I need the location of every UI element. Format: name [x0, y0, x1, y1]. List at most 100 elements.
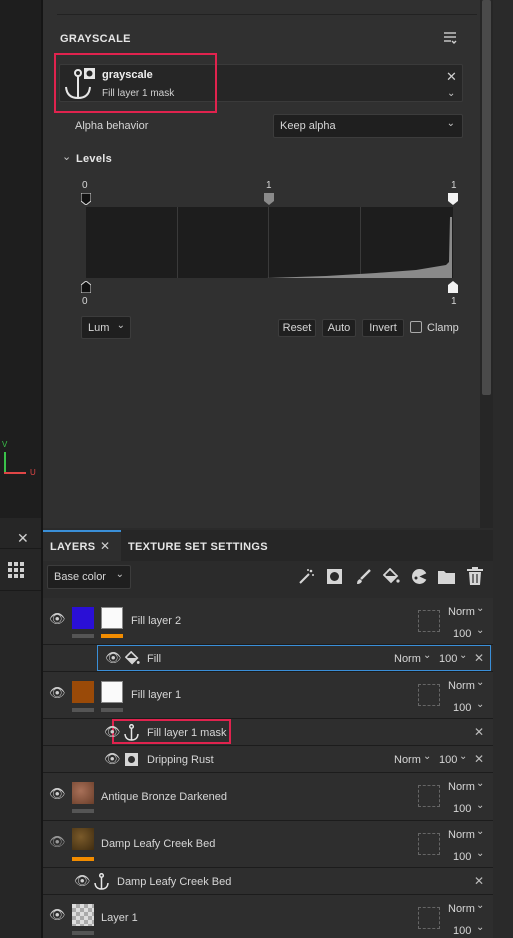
mask-selected-bar: [101, 634, 123, 638]
layer-effect-row[interactable]: 👁 Fill Norm ⌄ 100 ⌄ ✕: [43, 645, 493, 672]
layer-color-thumbnail: [72, 607, 94, 629]
effect-name: Fill layer 1 mask: [147, 727, 227, 739]
anchor-icon: [94, 872, 109, 890]
levels-title: Levels: [76, 153, 113, 165]
visibility-eye-icon[interactable]: 👁: [49, 685, 66, 701]
chevron-down-icon[interactable]: ⌄: [423, 751, 431, 762]
layer-preview-box: [418, 610, 440, 632]
clear-resource-icon[interactable]: ✕: [446, 69, 457, 85]
blend-mode[interactable]: Norm: [394, 754, 421, 766]
visibility-eye-icon[interactable]: 👁: [49, 786, 66, 802]
anchor-icon: [63, 67, 97, 101]
input-black-handle[interactable]: [80, 192, 92, 206]
close-tab-icon[interactable]: ✕: [100, 539, 110, 553]
output-white-handle[interactable]: [448, 281, 458, 293]
magic-wand-icon[interactable]: [298, 568, 315, 585]
chevron-down-icon[interactable]: ⌄: [459, 650, 467, 661]
chevron-down-icon[interactable]: ⌄: [476, 800, 484, 811]
output-black-handle[interactable]: [80, 280, 92, 294]
alpha-behavior-label: Alpha behavior: [75, 120, 149, 132]
layer-row[interactable]: 👁 Fill layer 1 Norm ⌄ 100 ⌄: [43, 672, 493, 719]
layer-row[interactable]: 👁 Layer 1 Norm ⌄ 100 ⌄: [43, 895, 493, 938]
chevron-down-icon[interactable]: ⌄: [447, 88, 455, 99]
chevron-down-icon[interactable]: ⌄: [476, 922, 484, 933]
chevron-down-icon[interactable]: ⌄: [423, 650, 431, 661]
smart-material-icon[interactable]: [411, 568, 428, 585]
anchor-effect-row[interactable]: 👁 Fill layer 1 mask ✕: [43, 719, 493, 746]
blend-mode[interactable]: Norm: [448, 829, 475, 841]
chevron-down-icon[interactable]: ⌄: [476, 848, 484, 859]
remove-effect-icon[interactable]: ✕: [474, 874, 484, 888]
grid-view-icon[interactable]: [8, 562, 24, 578]
alpha-behavior-select[interactable]: Keep alpha ⌄: [273, 114, 463, 138]
layer-row[interactable]: 👁 Antique Bronze Darkened Norm ⌄ 100 ⌄: [43, 773, 493, 821]
opacity-value[interactable]: 100: [439, 653, 457, 665]
layer-row[interactable]: 👁 Damp Leafy Creek Bed Norm ⌄ 100 ⌄: [43, 821, 493, 868]
input-gamma-handle[interactable]: [264, 193, 274, 205]
visibility-eye-icon[interactable]: 👁: [104, 724, 121, 740]
effect-name: Damp Leafy Creek Bed: [117, 876, 232, 888]
chevron-down-icon[interactable]: ⌄: [476, 778, 484, 789]
chevron-down-icon[interactable]: ⌄: [476, 603, 484, 614]
layer-name: Layer 1: [101, 912, 138, 924]
folder-icon[interactable]: [438, 569, 455, 584]
blend-mode[interactable]: Norm: [394, 653, 421, 665]
close-icon[interactable]: ✕: [17, 530, 29, 547]
layer-effect-row[interactable]: 👁 Dripping Rust Norm ⌄ 100 ⌄ ✕: [43, 746, 493, 773]
visibility-eye-icon[interactable]: 👁: [74, 873, 91, 889]
blend-mode[interactable]: Norm: [448, 781, 475, 793]
fill-bucket-icon[interactable]: [382, 567, 400, 585]
axis-gizmo: V U: [2, 440, 36, 478]
brush-icon[interactable]: [355, 568, 372, 585]
channel-select[interactable]: Lum ⌄: [81, 316, 131, 339]
remove-effect-icon[interactable]: ✕: [474, 752, 484, 766]
opacity-value[interactable]: 100: [439, 754, 457, 766]
thumbnail-status-bar: [72, 708, 94, 712]
remove-effect-icon[interactable]: ✕: [474, 651, 484, 665]
clamp-checkbox[interactable]: [410, 321, 422, 333]
viewport[interactable]: V U: [0, 0, 41, 518]
chevron-down-icon[interactable]: ⌄: [476, 677, 484, 688]
scrollbar-thumb[interactable]: [482, 0, 491, 395]
chevron-down-icon[interactable]: ⌄: [476, 699, 484, 710]
trash-icon[interactable]: [467, 567, 483, 585]
chevron-down-icon[interactable]: ⌄: [476, 826, 484, 837]
reset-button[interactable]: Reset: [278, 319, 316, 337]
visibility-eye-icon[interactable]: 👁: [105, 650, 122, 666]
chevron-down-icon: ⌄: [115, 569, 124, 580]
opacity-value[interactable]: 100: [453, 925, 471, 937]
blend-mode[interactable]: Norm: [448, 680, 475, 692]
blend-mode[interactable]: Norm: [448, 903, 475, 915]
resource-subtitle: Fill layer 1 mask: [102, 88, 175, 99]
input-white-handle[interactable]: [448, 193, 458, 205]
layer-mask-thumbnail[interactable]: [101, 681, 123, 703]
levels-top-tick-1: 1: [266, 180, 272, 191]
mask-generator-icon: [125, 753, 138, 766]
section-menu-icon[interactable]: [443, 31, 457, 45]
layer-row[interactable]: 👁 Fill layer 2 Norm ⌄ 100 ⌄: [43, 598, 493, 645]
visibility-eye-icon[interactable]: 👁: [49, 611, 66, 627]
opacity-value[interactable]: 100: [453, 803, 471, 815]
chevron-down-icon[interactable]: ⌄: [476, 625, 484, 636]
visibility-eye-icon[interactable]: 👁: [49, 907, 66, 923]
tab-texture-set-settings[interactable]: TEXTURE SET SETTINGS: [128, 541, 268, 553]
chevron-down-icon[interactable]: ⌄: [476, 900, 484, 911]
chevron-down-icon: ⌄: [446, 118, 455, 129]
opacity-value[interactable]: 100: [453, 702, 471, 714]
visibility-eye-off-icon[interactable]: 👁: [49, 834, 66, 850]
chevron-down-icon[interactable]: ⌄: [459, 751, 467, 762]
blend-mode[interactable]: Norm: [448, 606, 475, 618]
auto-button[interactable]: Auto: [322, 319, 356, 337]
opacity-value[interactable]: 100: [453, 851, 471, 863]
visibility-eye-icon[interactable]: 👁: [104, 751, 121, 767]
add-mask-icon[interactable]: [326, 568, 343, 585]
opacity-value[interactable]: 100: [453, 628, 471, 640]
invert-button[interactable]: Invert: [362, 319, 404, 337]
levels-top-tick-0: 0: [82, 180, 88, 191]
anchor-effect-row[interactable]: 👁 Damp Leafy Creek Bed ✕: [43, 868, 493, 895]
remove-effect-icon[interactable]: ✕: [474, 725, 484, 739]
levels-top-tick-2: 1: [451, 180, 457, 191]
channel-select[interactable]: Base color ⌄: [47, 565, 131, 589]
layer-mask-thumbnail[interactable]: [101, 607, 123, 629]
collapse-chevron-icon[interactable]: ⌄: [62, 150, 71, 163]
